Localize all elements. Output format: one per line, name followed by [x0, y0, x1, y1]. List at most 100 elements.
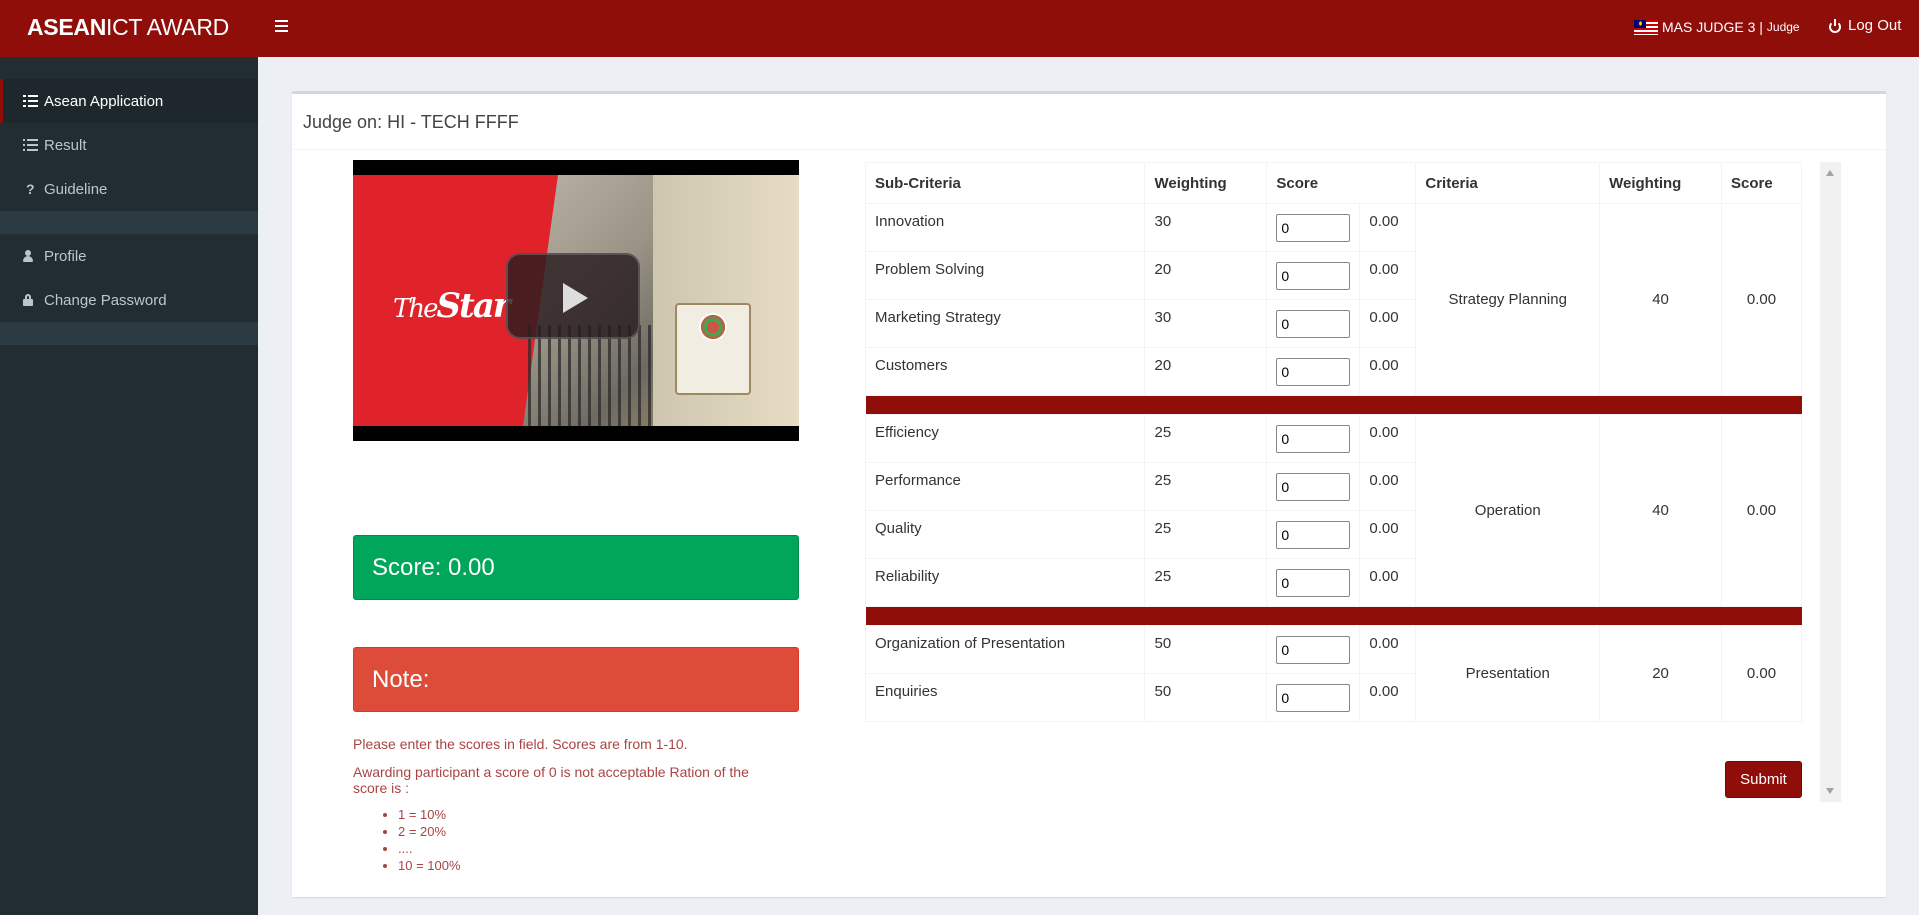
power-icon: [1828, 18, 1842, 33]
sub-score-value: 0.00: [1369, 683, 1399, 700]
sub-score-value: 0.00: [1369, 472, 1399, 489]
user-role: Judge: [1766, 20, 1800, 34]
list-item: 1 = 10%: [398, 806, 461, 823]
logout-button[interactable]: Log Out: [1828, 17, 1901, 34]
sub-score-value: 0.00: [1369, 424, 1399, 441]
score-input[interactable]: [1276, 213, 1351, 242]
sidebar: Asean Application Result ? Guideline Pro…: [0, 57, 258, 915]
score-input[interactable]: [1276, 520, 1351, 549]
column-header: Score: [1721, 162, 1802, 204]
sidebar-item-profile[interactable]: Profile: [0, 234, 258, 278]
list-ol-icon: [23, 139, 41, 151]
table-row: Efficiency 25 0.00 Operation 40 0.00: [864, 414, 1802, 607]
instruction-text: Awarding participant a score of 0 is not…: [353, 764, 749, 796]
sidebar-item-guideline[interactable]: ? Guideline: [0, 167, 258, 211]
sub-score-value: 0.00: [1369, 568, 1399, 585]
video-player[interactable]: TheStar: [353, 160, 799, 441]
table-row: Innovation 30 0.00 Strategy Planning 40 …: [864, 203, 1802, 396]
score-input[interactable]: [1276, 261, 1351, 290]
score-input[interactable]: [1276, 357, 1351, 386]
malaysia-flag-icon: [1634, 19, 1658, 35]
score-input[interactable]: [1276, 424, 1351, 453]
scroll-up-icon[interactable]: [1826, 170, 1834, 176]
sub-weighting: 25: [1154, 520, 1172, 537]
table-header-row: Sub-Criteria Weighting Score Criteria We…: [864, 162, 1802, 204]
sub-weighting: 20: [1154, 357, 1172, 374]
sidebar-item-change-password[interactable]: Change Password: [0, 278, 258, 322]
column-header: Weighting: [1599, 162, 1723, 204]
note-banner: Note:: [353, 647, 799, 712]
criteria-score: 0.00: [1721, 414, 1802, 607]
sidebar-item-label: Change Password: [44, 291, 167, 309]
play-icon[interactable]: [506, 253, 640, 339]
thestar-logo: TheStar: [393, 286, 511, 326]
sub-criteria-name: Enquiries: [875, 683, 938, 700]
submit-button[interactable]: Submit: [1725, 761, 1802, 798]
sidebar-item-result[interactable]: Result: [0, 123, 258, 167]
column-header: Criteria: [1415, 162, 1601, 204]
table-scrollbar[interactable]: [1820, 162, 1841, 802]
sub-weighting: 30: [1154, 213, 1172, 230]
sub-weighting: 20: [1154, 261, 1172, 278]
score-input[interactable]: [1276, 635, 1351, 664]
logout-label: Log Out: [1848, 17, 1902, 34]
criteria-score: 0.00: [1721, 625, 1802, 722]
sidebar-item-label: Profile: [44, 247, 87, 265]
score-input[interactable]: [1276, 309, 1351, 338]
list-item: 10 = 100%: [398, 857, 461, 874]
sub-score-value: 0.00: [1369, 261, 1399, 278]
lock-icon: [23, 294, 41, 306]
sub-criteria-name: Innovation: [875, 213, 945, 230]
user-menu[interactable]: MAS JUDGE 3 | Judge: [1634, 19, 1800, 35]
criteria-weighting: 40: [1599, 203, 1723, 396]
judging-panel: Judge on: HI - TECH FFFF TheStar Score: …: [292, 91, 1886, 897]
sub-weighting: 25: [1154, 424, 1172, 441]
scroll-down-icon[interactable]: [1826, 788, 1834, 794]
score-input[interactable]: [1276, 683, 1351, 712]
sub-weighting: 50: [1154, 635, 1172, 652]
sub-criteria-name: Reliability: [875, 568, 940, 585]
brand-logo[interactable]: ASEANICT AWARD: [27, 14, 229, 41]
question-icon: ?: [26, 181, 35, 197]
sidebar-item-asean-application[interactable]: Asean Application: [0, 79, 258, 123]
sub-weighting: 50: [1154, 683, 1172, 700]
scoring-table-container: Sub-Criteria Weighting Score Criteria We…: [864, 162, 1802, 722]
sub-criteria-name: Customers: [875, 357, 948, 374]
total-score-banner: Score: 0.00: [353, 535, 799, 600]
sidebar-divider: [0, 211, 258, 234]
sub-score-value: 0.00: [1369, 309, 1399, 326]
top-header: ASEANICT AWARD MAS JUDGE 3 | Judge Log O…: [0, 0, 1919, 57]
sub-criteria-name: Quality: [875, 520, 922, 537]
criteria-weighting: 20: [1599, 625, 1723, 722]
sub-criteria-name: Marketing Strategy: [875, 309, 1001, 326]
user-name: MAS JUDGE 3 |: [1662, 19, 1763, 35]
sub-criteria-name: Problem Solving: [875, 261, 985, 278]
sub-criteria-name: Efficiency: [875, 424, 939, 441]
sub-weighting: 30: [1154, 309, 1172, 326]
sub-score-value: 0.00: [1369, 213, 1399, 230]
column-header: Sub-Criteria: [864, 162, 1146, 204]
list-item: 2 = 20%: [398, 823, 461, 840]
sub-score-value: 0.00: [1369, 635, 1399, 652]
user-icon: [23, 250, 41, 262]
instruction-text: Please enter the scores in field. Scores…: [353, 736, 688, 752]
list-item: ....: [398, 840, 461, 857]
sub-score-value: 0.00: [1369, 520, 1399, 537]
page-title: Judge on: HI - TECH FFFF: [303, 112, 519, 132]
column-header: Score: [1266, 162, 1417, 204]
sidebar-item-label: Result: [44, 136, 87, 154]
score-input[interactable]: [1276, 472, 1351, 501]
criteria-weighting: 40: [1599, 414, 1723, 607]
score-input[interactable]: [1276, 568, 1351, 597]
sidebar-item-label: Asean Application: [44, 92, 164, 110]
title-divider: [292, 149, 1886, 150]
sub-criteria-name: Organization of Presentation: [875, 635, 1066, 652]
list-icon: [23, 95, 41, 107]
sidebar-toggle-icon[interactable]: [270, 14, 294, 38]
criteria-name: Operation: [1415, 414, 1601, 607]
criteria-name: Presentation: [1415, 625, 1601, 722]
sub-weighting: 25: [1154, 568, 1172, 585]
sub-criteria-name: Performance: [875, 472, 961, 489]
scoring-table: Sub-Criteria Weighting Score Criteria We…: [864, 162, 1802, 722]
group-separator: [865, 395, 1802, 415]
